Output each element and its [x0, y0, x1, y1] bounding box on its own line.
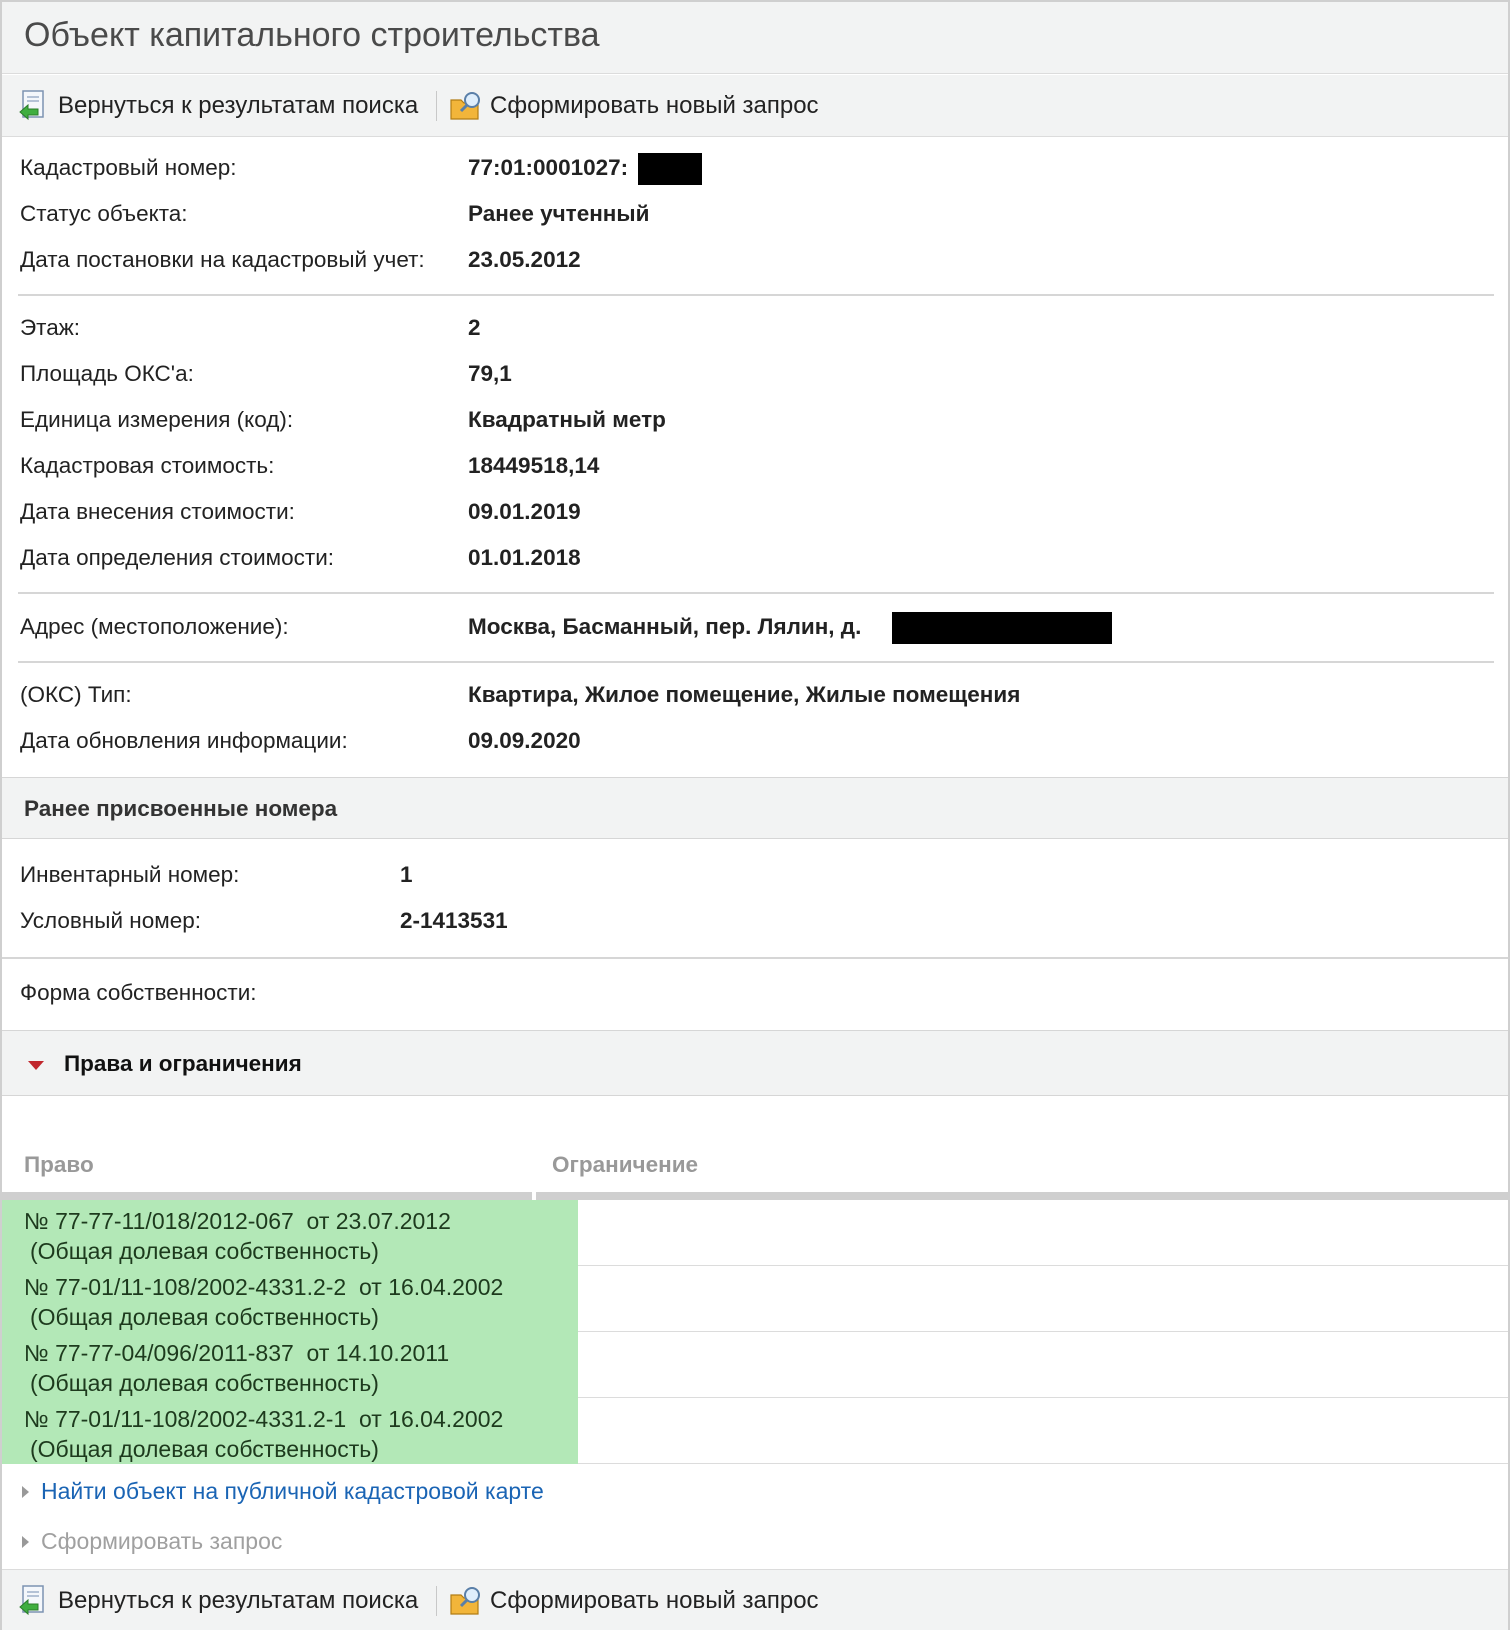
toolbar-divider: [436, 91, 437, 121]
info-update-date-value: 09.09.2020: [468, 728, 581, 753]
table-row: № 77-01/11-108/2002-4331.2-1 от 16.04.20…: [2, 1398, 1508, 1464]
right-type: (Общая долевая собственность): [30, 1436, 379, 1462]
address-value: Москва, Басманный, пер. Лялин, д.: [468, 614, 862, 639]
registration-date-label: Дата постановки на кадастровый учет:: [20, 247, 425, 272]
right-cell[interactable]: № 77-77-11/018/2012-067 от 23.07.2012 (О…: [2, 1200, 578, 1266]
col-header-right: Право: [24, 1152, 94, 1177]
cadastral-cost-label: Кадастровая стоимость:: [20, 453, 275, 478]
back-to-results-button[interactable]: Вернуться к результатам поиска: [16, 87, 418, 125]
unit-value: Квадратный метр: [468, 407, 666, 432]
col-header-bar: [2, 1192, 532, 1200]
inventory-number-label: Инвентарный номер:: [20, 862, 240, 887]
right-number: № 77-77-11/018/2012-067 от 23.07.2012: [24, 1208, 451, 1234]
new-request-button[interactable]: Сформировать новый запрос: [448, 87, 819, 125]
document-back-arrow-icon: [16, 88, 52, 124]
cost-determination-date-label: Дата определения стоимости:: [20, 545, 335, 570]
back-to-results-button[interactable]: Вернуться к результатам поиска: [16, 1582, 418, 1620]
conditional-number-label: Условный номер:: [20, 908, 201, 933]
document-back-arrow-icon: [16, 1583, 52, 1619]
redaction-box: [638, 153, 702, 185]
area-label: Площадь ОКС'а:: [20, 361, 194, 386]
conditional-number-value: 2-1413531: [400, 908, 508, 933]
make-request-link[interactable]: Сформировать запрос: [22, 1528, 282, 1555]
object-status-value: Ранее учтенный: [468, 201, 650, 226]
inventory-number-value: 1: [400, 862, 413, 887]
title-bar: Объект капитального строительства: [2, 2, 1508, 74]
area-value: 79,1: [468, 361, 512, 386]
unit-label: Единица измерения (код):: [20, 407, 294, 432]
rights-section-toggle[interactable]: Права и ограничения: [2, 1030, 1508, 1096]
col-header-bar: [536, 1192, 1508, 1200]
cost-entry-date-value: 09.01.2019: [468, 499, 581, 524]
right-type: (Общая долевая собственность): [30, 1304, 379, 1330]
redaction-box: [892, 612, 1112, 644]
object-status-label: Статус объекта:: [20, 201, 188, 226]
top-toolbar: Вернуться к результатам поиска Сформиров…: [2, 75, 1508, 137]
table-row: № 77-01/11-108/2002-4331.2-2 от 16.04.20…: [2, 1266, 1508, 1332]
right-cell[interactable]: № 77-01/11-108/2002-4331.2-2 от 16.04.20…: [2, 1266, 578, 1332]
page-title: Объект капитального строительства: [24, 16, 600, 54]
divider: [2, 957, 1508, 959]
cost-determination-date-value: 01.01.2018: [468, 545, 581, 570]
oks-type-label: (ОКС) Тип:: [20, 682, 132, 707]
right-number: № 77-77-04/096/2011-837 от 14.10.2011: [24, 1340, 450, 1366]
cost-entry-date-label: Дата внесения стоимости:: [20, 499, 295, 524]
cadastral-number-label: Кадастровый номер:: [20, 155, 237, 180]
new-request-label: Сформировать новый запрос: [490, 92, 819, 119]
back-to-results-label: Вернуться к результатам поиска: [58, 1587, 419, 1614]
right-number: № 77-01/11-108/2002-4331.2-2 от 16.04.20…: [24, 1274, 504, 1300]
cadastral-number-value: 77:01:0001027:: [468, 155, 629, 180]
right-cell[interactable]: № 77-01/11-108/2002-4331.2-1 от 16.04.20…: [2, 1398, 578, 1464]
right-type: (Общая долевая собственность): [30, 1238, 379, 1264]
address-label: Адрес (местоположение):: [20, 614, 289, 639]
folder-magnifier-icon: [448, 88, 484, 124]
cadastral-cost-value: 18449518,14: [468, 453, 600, 478]
right-type: (Общая долевая собственность): [30, 1370, 379, 1396]
right-number: № 77-01/11-108/2002-4331.2-1 от 16.04.20…: [24, 1406, 504, 1432]
back-to-results-label: Вернуться к результатам поиска: [58, 92, 419, 119]
rights-title: Права и ограничения: [64, 1051, 302, 1076]
folder-magnifier-icon: [448, 1583, 484, 1619]
triangle-right-icon: [22, 1535, 29, 1548]
oks-type-value: Квартира, Жилое помещение, Жилые помещен…: [468, 682, 1021, 707]
info-update-date-label: Дата обновления информации:: [20, 728, 348, 753]
find-on-map-label: Найти объект на публичной кадастровой ка…: [41, 1478, 544, 1504]
divider: [18, 294, 1494, 296]
ownership-form-label: Форма собственности:: [20, 980, 257, 1005]
toolbar-divider: [436, 1586, 437, 1616]
registration-date-value: 23.05.2012: [468, 247, 581, 272]
new-request-button[interactable]: Сформировать новый запрос: [448, 1582, 819, 1620]
prev-numbers-header: Ранее присвоенные номера: [2, 777, 1508, 839]
col-header-restriction: Ограничение: [552, 1152, 699, 1177]
floor-label: Этаж:: [20, 315, 81, 340]
floor-value: 2: [468, 315, 481, 340]
new-request-label: Сформировать новый запрос: [490, 1587, 819, 1614]
find-on-map-link[interactable]: Найти объект на публичной кадастровой ка…: [22, 1478, 544, 1505]
table-row: № 77-77-04/096/2011-837 от 14.10.2011 (О…: [2, 1332, 1508, 1398]
divider: [18, 592, 1494, 594]
triangle-down-icon: [28, 1061, 44, 1070]
divider: [18, 661, 1494, 663]
make-request-label: Сформировать запрос: [41, 1528, 283, 1554]
bottom-toolbar: Вернуться к результатам поиска Сформиров…: [2, 1569, 1508, 1630]
triangle-right-icon: [22, 1485, 29, 1498]
right-cell[interactable]: № 77-77-04/096/2011-837 от 14.10.2011 (О…: [2, 1332, 578, 1398]
table-row: № 77-77-11/018/2012-067 от 23.07.2012 (О…: [2, 1200, 1508, 1266]
prev-numbers-title: Ранее присвоенные номера: [24, 796, 338, 821]
object-panel: Объект капитального строительства Вернут…: [0, 0, 1510, 1630]
